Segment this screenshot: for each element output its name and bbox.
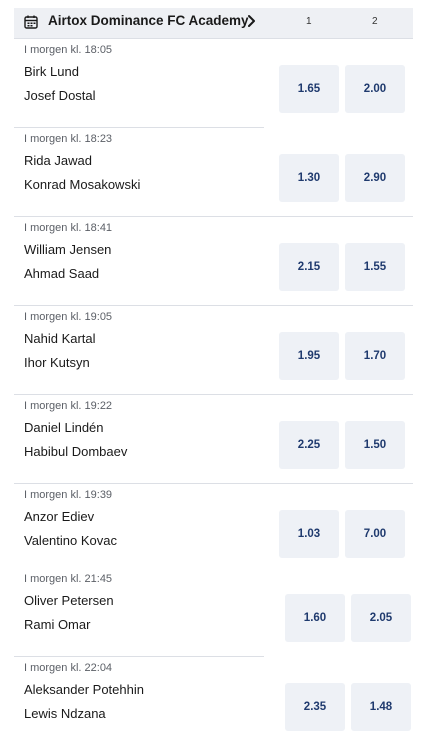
match-list: Airtox Dominance FC Academy 1 2 I morgen… [0, 0, 435, 742]
odd-button-2[interactable]: 2.05 [351, 594, 411, 642]
odd-button-2[interactable]: 1.70 [345, 332, 405, 380]
player-2[interactable]: Konrad Mosakowski [24, 177, 140, 192]
column-header-2: 2 [372, 16, 378, 27]
player-2[interactable]: Rami Omar [24, 617, 90, 632]
odd-button-1[interactable]: 1.30 [279, 154, 339, 202]
column-header-1: 1 [306, 16, 312, 27]
odd-button-1[interactable]: 2.35 [285, 683, 345, 731]
match-row[interactable]: I morgen kl. 22:04 Aleksander Potehhin L… [14, 657, 413, 746]
player-1[interactable]: Anzor Ediev [24, 509, 94, 524]
match-time: I morgen kl. 19:22 [24, 400, 113, 412]
match-row[interactable]: I morgen kl. 18:05 Birk Lund Josef Dosta… [14, 39, 413, 128]
player-2[interactable]: Josef Dostal [24, 88, 96, 103]
odd-button-2[interactable]: 1.48 [351, 683, 411, 731]
player-2[interactable]: Ahmad Saad [24, 266, 99, 281]
odd-button-1[interactable]: 2.15 [279, 243, 339, 291]
odd-button-2[interactable]: 7.00 [345, 510, 405, 558]
player-1[interactable]: William Jensen [24, 242, 111, 257]
match-time: I morgen kl. 19:05 [24, 311, 113, 323]
odd-button-2[interactable]: 2.90 [345, 154, 405, 202]
player-1[interactable]: Birk Lund [24, 64, 79, 79]
player-1[interactable]: Aleksander Potehhin [24, 682, 144, 697]
odd-button-2[interactable]: 1.55 [345, 243, 405, 291]
odd-button-1[interactable]: 1.95 [279, 332, 339, 380]
odd-button-1[interactable]: 1.65 [279, 65, 339, 113]
odd-button-1[interactable]: 1.03 [279, 510, 339, 558]
match-time: I morgen kl. 18:23 [24, 133, 113, 145]
match-row[interactable]: I morgen kl. 19:39 Anzor Ediev Valentino… [14, 484, 413, 573]
odd-button-2[interactable]: 1.50 [345, 421, 405, 469]
player-1[interactable]: Oliver Petersen [24, 593, 114, 608]
match-time: I morgen kl. 19:39 [24, 489, 113, 501]
player-2[interactable]: Lewis Ndzana [24, 706, 106, 721]
chevron-right-icon[interactable] [247, 14, 257, 28]
player-2[interactable]: Valentino Kovac [24, 533, 117, 548]
odd-button-1[interactable]: 2.25 [279, 421, 339, 469]
player-1[interactable]: Daniel Lindén [24, 420, 104, 435]
match-row[interactable]: I morgen kl. 19:22 Daniel Lindén Habibul… [14, 395, 413, 484]
match-time: I morgen kl. 21:45 [24, 573, 113, 585]
match-row[interactable]: I morgen kl. 21:45 Oliver Petersen Rami … [14, 568, 413, 657]
match-row[interactable]: I morgen kl. 18:23 Rida Jawad Konrad Mos… [14, 128, 413, 217]
odd-button-2[interactable]: 2.00 [345, 65, 405, 113]
match-time: I morgen kl. 18:41 [24, 222, 113, 234]
player-2[interactable]: Ihor Kutsyn [24, 355, 90, 370]
league-title[interactable]: Airtox Dominance FC Academy [48, 13, 249, 28]
match-row[interactable]: I morgen kl. 18:41 William Jensen Ahmad … [14, 217, 413, 306]
player-1[interactable]: Nahid Kartal [24, 331, 96, 346]
league-header[interactable]: Airtox Dominance FC Academy 1 2 [14, 8, 413, 39]
player-2[interactable]: Habibul Dombaev [24, 444, 127, 459]
calendar-icon [24, 15, 38, 29]
match-time: I morgen kl. 22:04 [24, 662, 113, 674]
match-time: I morgen kl. 18:05 [24, 44, 113, 56]
match-row[interactable]: I morgen kl. 19:05 Nahid Kartal Ihor Kut… [14, 306, 413, 395]
player-1[interactable]: Rida Jawad [24, 153, 92, 168]
odd-button-1[interactable]: 1.60 [285, 594, 345, 642]
